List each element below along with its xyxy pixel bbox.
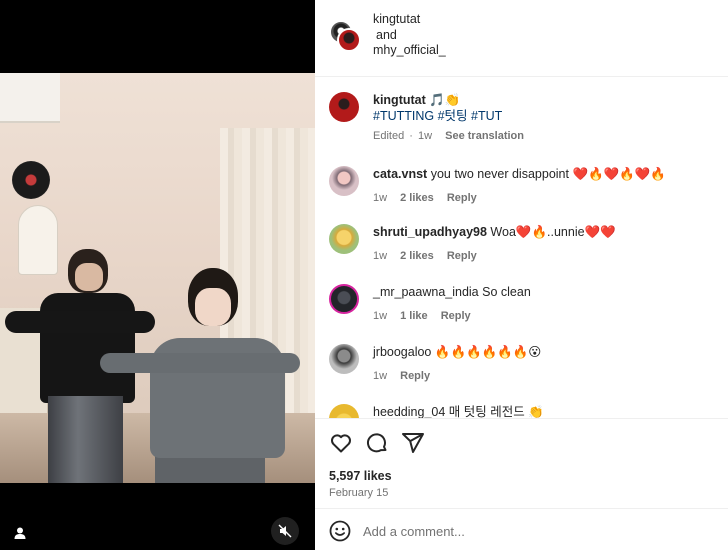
comments-list[interactable]: kingtutat 🎵👏 #TUTTING #텃팅 #TUT Edited · … <box>315 78 728 418</box>
reply-button[interactable]: Reply <box>400 370 430 382</box>
comment-item: cata.vnst you two never disappoint ❤️🔥❤️… <box>329 166 719 216</box>
author-username-link[interactable]: kingtutat <box>373 12 446 28</box>
comment-text: So clean <box>482 285 531 299</box>
post-header: kingtutat and mhy_official_ <box>315 0 728 77</box>
comment-username[interactable]: shruti_upadhyay98 <box>373 225 487 239</box>
comment-text: Woa❤️🔥..unnie❤️❤️ <box>490 225 616 239</box>
avatar[interactable] <box>329 344 359 374</box>
reply-button[interactable]: Reply <box>447 192 477 204</box>
avatar[interactable] <box>337 28 361 52</box>
comment-username[interactable]: cata.vnst <box>373 167 427 181</box>
post-media[interactable] <box>0 0 315 550</box>
see-translation-button[interactable]: See translation <box>445 130 524 142</box>
video-frame[interactable] <box>0 73 315 483</box>
dancer-woman <box>100 258 300 483</box>
edited-label: Edited <box>373 130 405 142</box>
post-panel: kingtutat and mhy_official_ kingtutat 🎵👏… <box>315 0 728 550</box>
avatar[interactable] <box>329 224 359 254</box>
reply-button[interactable]: Reply <box>441 310 471 322</box>
caption-hashtags[interactable]: #TUTTING #텃팅 #TUT <box>373 108 717 124</box>
comment-time: 1w <box>373 250 388 262</box>
comment-item: jrboogaloo 🔥🔥🔥🔥🔥🔥😮 1w Reply <box>329 344 719 394</box>
header-usernames: kingtutat and mhy_official_ <box>373 12 446 59</box>
comment-text: 매 텃팅 레전드 👏 <box>448 405 544 418</box>
comment-icon[interactable] <box>365 431 389 455</box>
comment-username[interactable]: _mr_paawna_india <box>373 285 479 299</box>
comment-time: 1w <box>373 370 388 382</box>
caption-row: kingtutat 🎵👏 #TUTTING #텃팅 #TUT Edited · … <box>329 92 719 152</box>
comment-time: 1w <box>373 310 388 322</box>
avatar[interactable] <box>329 166 359 196</box>
comment-likes[interactable]: 2 likes <box>400 250 434 262</box>
comment-username[interactable]: jrboogaloo <box>373 345 431 359</box>
emoji-icon[interactable] <box>329 520 351 542</box>
mute-icon[interactable] <box>271 517 299 545</box>
user-tag-icon[interactable] <box>8 521 32 545</box>
separator: · <box>409 130 413 142</box>
air-conditioner <box>0 73 60 123</box>
comment-time: 1w <box>373 192 388 204</box>
comment-item: heedding_04 매 텃팅 레전드 👏 <box>329 404 719 418</box>
likes-count[interactable]: 5,597 likes <box>329 469 392 483</box>
add-comment-bar <box>315 508 728 550</box>
caption-emojis: 🎵👏 <box>429 93 461 107</box>
caption-username[interactable]: kingtutat <box>373 93 426 107</box>
collaborator-username-link[interactable]: mhy_official_ <box>373 43 446 59</box>
collab-avatars[interactable] <box>329 20 361 52</box>
comment-item: shruti_upadhyay98 Woa❤️🔥..unnie❤️❤️ 1w 2… <box>329 224 719 274</box>
heart-icon[interactable] <box>329 431 353 455</box>
comment-likes[interactable]: 2 likes <box>400 192 434 204</box>
avatar[interactable] <box>329 404 359 418</box>
and-label: and <box>376 27 397 42</box>
reply-button[interactable]: Reply <box>447 250 477 262</box>
comment-item: _mr_paawna_india So clean 1w 1 like Repl… <box>329 284 719 334</box>
comment-likes[interactable]: 1 like <box>400 310 428 322</box>
share-icon[interactable] <box>401 431 425 455</box>
comment-text: 🔥🔥🔥🔥🔥🔥😮 <box>434 345 542 359</box>
avatar[interactable] <box>329 284 359 314</box>
comment-text: you two never disappoint ❤️🔥❤️🔥❤️🔥 <box>430 167 666 181</box>
comment-input[interactable] <box>363 520 683 542</box>
post-date: February 15 <box>329 487 389 499</box>
caption-time: 1w <box>418 130 433 142</box>
comment-username[interactable]: heedding_04 <box>373 405 445 418</box>
avatar[interactable] <box>329 92 359 122</box>
post-actions: 5,597 likes February 15 <box>315 418 728 508</box>
